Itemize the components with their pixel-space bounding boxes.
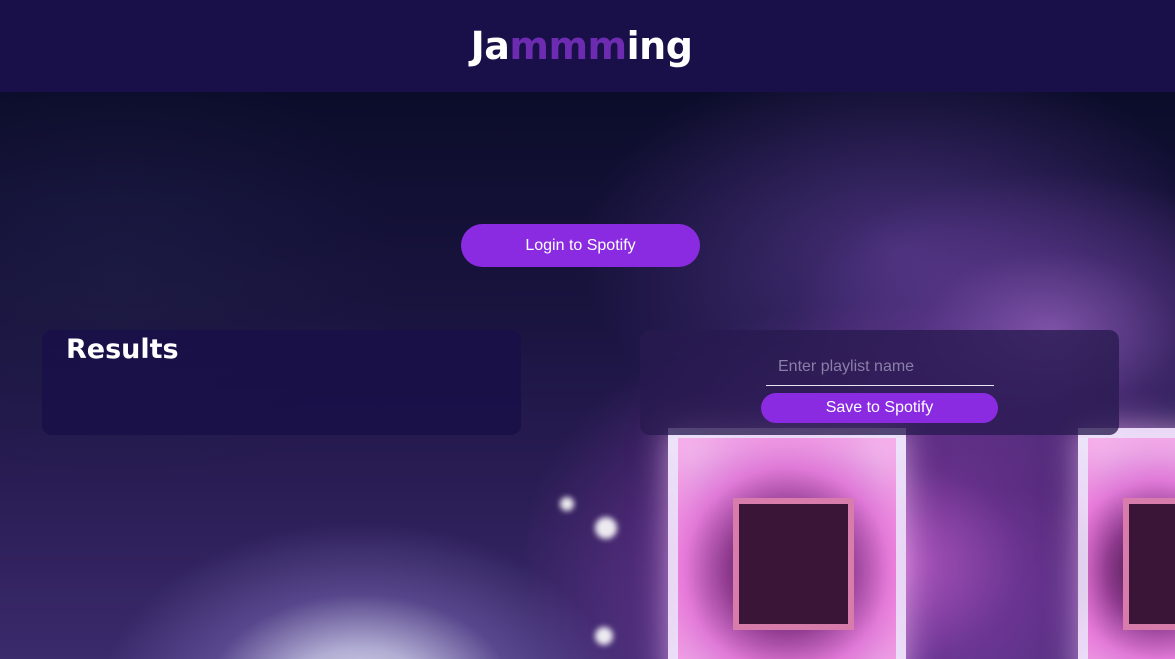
results-panel: Results	[42, 330, 521, 435]
app-header: Jammming	[0, 0, 1175, 92]
logo-prefix: Ja	[470, 24, 510, 68]
spotlight	[595, 517, 617, 539]
stage-light-panel	[1078, 428, 1175, 659]
playlist-panel: Save to Spotify	[640, 330, 1119, 435]
app-logo: Jammming	[471, 24, 693, 68]
save-to-spotify-button[interactable]: Save to Spotify	[761, 393, 998, 423]
spotlight	[560, 497, 574, 511]
spotlight	[595, 627, 613, 645]
app-page: Jammming Login to Spotify Results Save t…	[0, 0, 1175, 659]
logo-accent: mmm	[509, 24, 627, 68]
stage-light-panel	[668, 428, 906, 659]
results-title: Results	[66, 334, 179, 365]
login-to-spotify-button[interactable]: Login to Spotify	[461, 224, 700, 267]
playlist-name-input[interactable]	[766, 348, 994, 386]
logo-suffix: ing	[626, 24, 693, 68]
